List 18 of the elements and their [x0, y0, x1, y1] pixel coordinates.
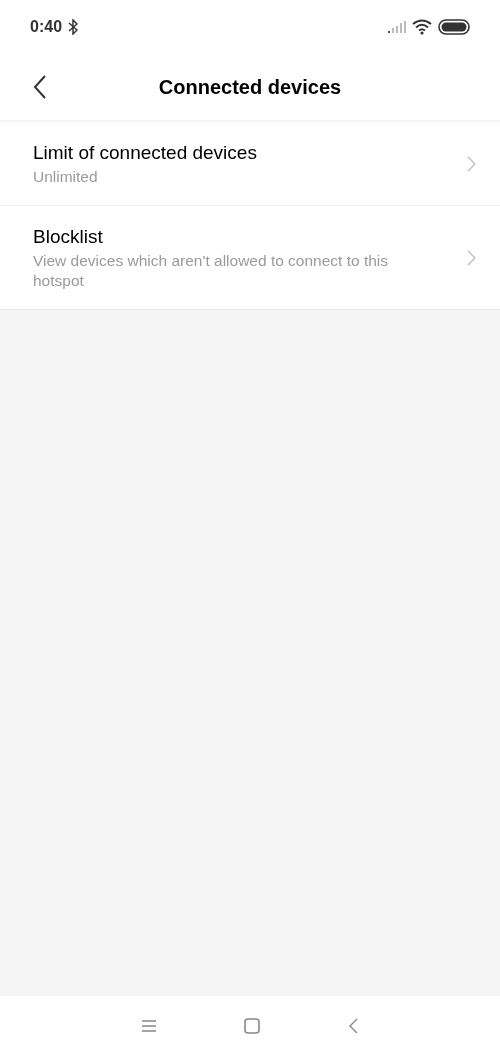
chevron-icon	[467, 155, 476, 172]
home-icon[interactable]	[244, 1018, 260, 1034]
page-title: Connected devices	[158, 75, 342, 100]
battery-icon	[438, 19, 470, 35]
bluetooth-icon	[68, 19, 79, 35]
settings-item[interactable]: Blocklist View devices which aren't allowed to connect to this hotspot	[0, 206, 500, 309]
wifi-icon	[412, 19, 432, 35]
item-summary: Unlimited	[33, 167, 99, 187]
back-icon	[33, 75, 47, 99]
item-title: Limit of connected devices	[33, 141, 258, 165]
settings-item[interactable]: Limit of connected devices Unlimited	[0, 122, 500, 206]
item-title: Blocklist	[33, 225, 104, 249]
menu-icon[interactable]	[142, 1020, 156, 1032]
status-time: 0:40	[30, 17, 63, 37]
chevron-icon	[467, 249, 476, 266]
item-summary: View devices which aren't allowed to connect to this hotspot	[33, 251, 390, 291]
back-nav-icon[interactable]	[348, 1018, 358, 1034]
signal-icon	[388, 21, 406, 33]
